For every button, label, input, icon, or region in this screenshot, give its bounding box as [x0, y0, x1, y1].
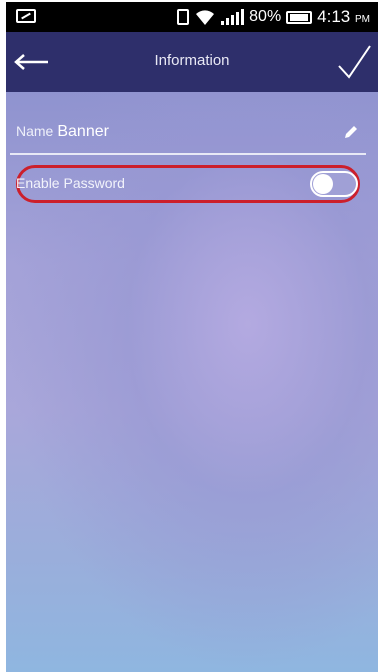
confirm-button[interactable]	[334, 40, 374, 84]
enable-password-toggle[interactable]	[310, 171, 358, 197]
notification-icon	[16, 9, 36, 23]
content-area: Name Banner Enable Password	[6, 92, 378, 672]
checkmark-icon	[338, 45, 371, 79]
pencil-icon[interactable]	[342, 123, 360, 141]
status-bar: 80% 4:13 PM	[6, 2, 378, 32]
wifi-icon	[196, 10, 215, 25]
enable-password-row: Enable Password	[16, 165, 370, 207]
status-indicators: 80% 4:13 PM	[177, 7, 370, 27]
toggle-knob	[313, 174, 333, 194]
signal-icon	[221, 9, 245, 25]
battery-icon	[286, 10, 313, 24]
name-label: Name Banner	[16, 123, 109, 140]
clock: 4:13 PM	[317, 7, 370, 26]
phone-screen: 80% 4:13 PM Information Name Banner Enab…	[6, 2, 378, 672]
name-value: Banner	[57, 123, 109, 140]
app-bar: Information	[6, 32, 378, 92]
name-field[interactable]: Name Banner	[10, 115, 366, 155]
page-title: Information	[154, 52, 230, 69]
battery-percent: 80%	[249, 8, 282, 25]
enable-password-label: Enable Password	[16, 175, 125, 191]
vibrate-icon	[177, 9, 190, 25]
